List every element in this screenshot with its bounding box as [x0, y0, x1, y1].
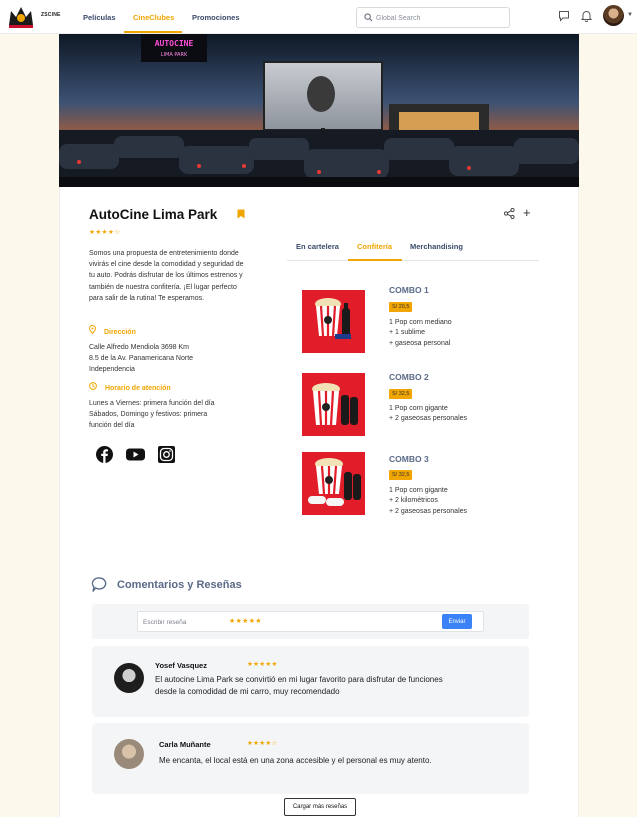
banner-sign-top: AUTOCINE	[155, 39, 194, 48]
combo-1-item: + gaseosa personal	[389, 340, 451, 347]
tab-active-underline	[348, 259, 402, 261]
combo-1-price: S/ 20,5	[389, 302, 413, 312]
reviews-title: Comentarios y Reseñas	[117, 579, 242, 591]
venue-banner-image: AUTOCINE LIMA PARK	[59, 34, 579, 187]
drive-in-scene: AUTOCINE LIMA PARK	[59, 34, 579, 187]
combo-3-item: 1 Pop corn gigante	[389, 487, 448, 494]
bell-icon[interactable]	[581, 10, 592, 22]
left-background	[0, 34, 59, 817]
address-line: 8.5 de la Av. Panamericana Norte	[89, 355, 194, 363]
combo-2-price: S/ 32,5	[389, 389, 413, 399]
nav-peliculas[interactable]: Películas	[83, 13, 116, 22]
nav-promociones[interactable]: Promociones	[192, 13, 240, 22]
review-card: Carla Muñante ★★★★☆ Me encanta, el local…	[92, 723, 529, 794]
combo-3-item: + 2 gaseosas personales	[389, 508, 468, 515]
search-icon	[364, 13, 373, 22]
instagram-icon[interactable]	[158, 446, 175, 463]
combo-2-image[interactable]	[302, 373, 365, 436]
combo-3-title: COMBO 3	[389, 454, 429, 464]
review-text-line: Me encanta, el local está en una zona ac…	[159, 756, 432, 765]
tab-merchandising[interactable]: Merchandising	[410, 242, 463, 251]
combo-1-item: 1 Pop corn mediano	[389, 319, 452, 326]
venue-title: AutoCine Lima Park	[89, 207, 218, 222]
tabs-divider	[287, 260, 539, 261]
hours-heading: Horario de atención	[89, 382, 171, 392]
popcorn-combo-illustration	[312, 383, 358, 426]
combo-3-price: S/ 32,5	[389, 470, 413, 480]
combo-2-title: COMBO 2	[389, 372, 429, 382]
address-text: Calle Alfredo Mendiola 3698 Km 8.5 de la…	[89, 342, 249, 376]
write-review-form: ★★★★★ Enviar	[137, 611, 484, 632]
review-star-selector[interactable]: ★★★★★	[229, 617, 262, 625]
search-input[interactable]	[376, 11, 504, 25]
right-background	[579, 34, 637, 817]
review-text-line: desde la comodidad de mi carro, muy reco…	[155, 686, 340, 696]
send-review-button[interactable]: Enviar	[442, 614, 472, 629]
review-stars: ★★★★★	[247, 661, 278, 668]
chat-icon[interactable]	[558, 10, 570, 22]
add-icon[interactable]: +	[523, 205, 531, 220]
combo-1-item: + 1 sublime	[389, 329, 425, 336]
venue-description: Somos una propuesta de entretenimiento d…	[89, 250, 244, 302]
logo-icon[interactable]	[6, 3, 36, 29]
address-label: Dirección	[103, 329, 136, 336]
venue-rating: ★★★★☆	[89, 229, 121, 236]
review-text: Me encanta, el local está en una zona ac…	[159, 755, 432, 767]
tab-en-cartelera[interactable]: En cartelera	[296, 242, 339, 251]
combo-3-item: + 2 kilométricos	[389, 497, 438, 504]
popcorn-combo-illustration	[315, 298, 351, 339]
hours-line: Lunes a Viernes: primera función del día	[89, 400, 215, 407]
hours-line: Sábados, Domingo y festivos: primera	[89, 411, 208, 419]
location-pin-icon	[88, 325, 97, 335]
brand-name: ZSCINE	[41, 12, 61, 18]
review-text-line: El autocine Lima Park se convirtió en mi…	[155, 675, 443, 684]
tab-confiteria[interactable]: Confitería	[357, 242, 392, 251]
facebook-icon[interactable]	[96, 446, 113, 463]
reviewer-name: Carla Muñante	[159, 740, 211, 749]
reviewer-name: Yosef Vasquez	[155, 661, 207, 670]
global-search	[356, 7, 510, 28]
address-heading: Dirección	[88, 325, 136, 336]
hours-line: función del día	[89, 422, 135, 430]
top-navigation-bar: ZSCINE Películas CineClubes Promociones …	[0, 0, 637, 34]
bookmark-icon[interactable]	[237, 209, 245, 219]
review-card: Yosef Vasquez ★★★★★ El autocine Lima Par…	[92, 646, 529, 717]
review-text: El autocine Lima Park se convirtió en mi…	[155, 674, 443, 697]
address-line: Calle Alfredo Mendiola 3698 Km	[89, 344, 190, 351]
combo-2-item: 1 Pop corn gigante	[389, 405, 448, 412]
popcorn-combo-illustration	[308, 458, 361, 506]
combo-2-item: + 2 gaseosas personales	[389, 415, 468, 422]
banner-sign-bottom: LIMA PARK	[161, 52, 188, 58]
combo-1-title: COMBO 1	[389, 285, 429, 295]
hours-label: Horario de atención	[104, 385, 171, 392]
user-avatar[interactable]	[603, 5, 624, 26]
load-more-reviews-button[interactable]: Cargar más reseñas	[284, 798, 356, 816]
nav-active-underline	[124, 31, 182, 33]
review-input[interactable]	[143, 616, 223, 628]
youtube-icon[interactable]	[126, 446, 145, 463]
nav-cineclubes[interactable]: CineClubes	[133, 13, 174, 22]
clock-icon	[89, 382, 97, 390]
reviews-chat-icon	[91, 577, 107, 592]
combo-3-image[interactable]	[302, 452, 365, 515]
combo-1-image[interactable]	[302, 290, 365, 353]
review-stars: ★★★★☆	[247, 740, 278, 747]
reviewer-avatar	[114, 739, 144, 769]
hours-text: Lunes a Viernes: primera función del día…	[89, 398, 249, 432]
share-icon[interactable]	[504, 208, 515, 219]
reviewer-avatar	[114, 663, 144, 693]
address-line: Independencia	[89, 366, 135, 374]
chevron-down-icon[interactable]: ▼	[627, 12, 633, 18]
